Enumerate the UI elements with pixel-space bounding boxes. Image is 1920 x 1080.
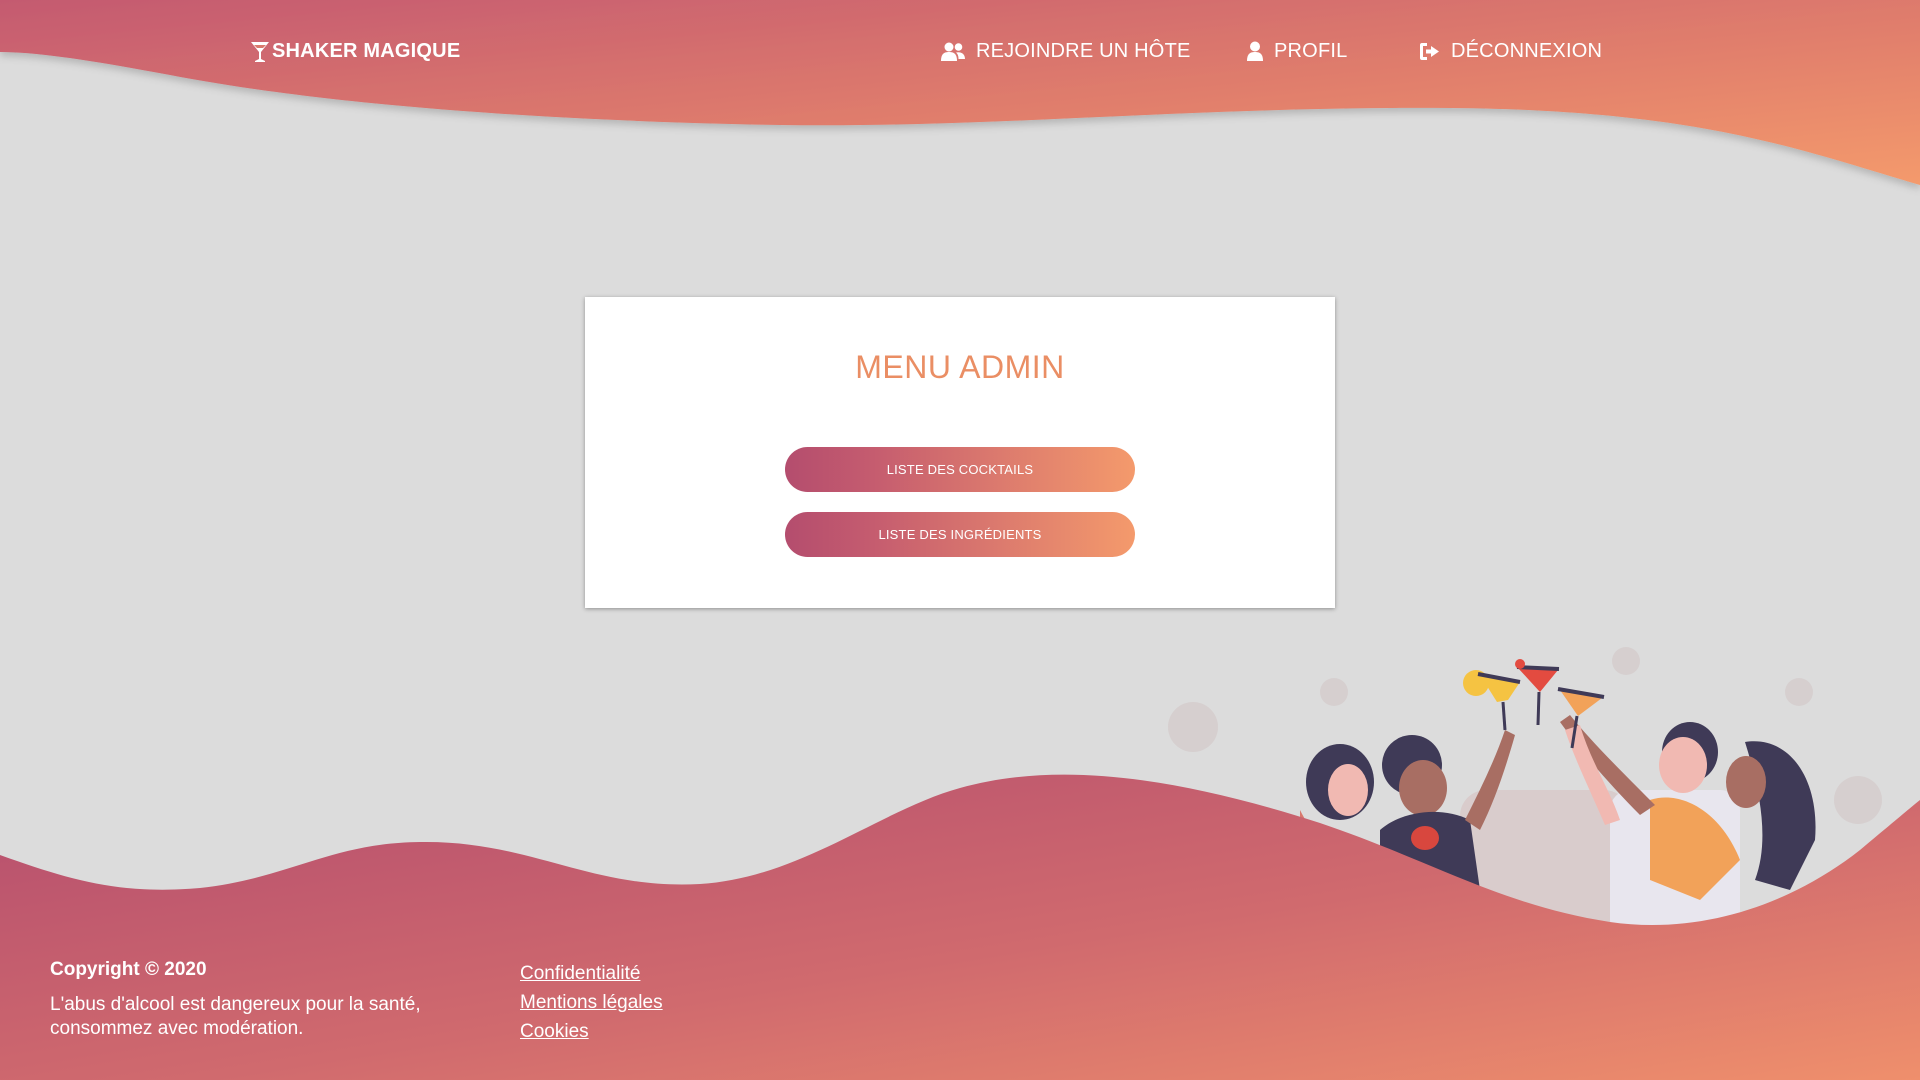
nav-logout-label: DÉCONNEXION [1451, 40, 1603, 62]
nav-logout[interactable]: DÉCONNEXION [1419, 40, 1602, 63]
users-icon [940, 42, 966, 62]
nav-join-host[interactable]: REJOINDRE UN HÔTE [940, 40, 1191, 63]
legal-notice-link[interactable]: Mentions légales [520, 988, 663, 1017]
admin-menu-card: MENU ADMIN LISTE DES COCKTAILS LISTE DES… [585, 297, 1335, 608]
nav-profile[interactable]: PROFIL [1246, 40, 1347, 63]
nav-join-host-label: REJOINDRE UN HÔTE [976, 40, 1191, 62]
cocktail-list-button[interactable]: LISTE DES COCKTAILS [785, 447, 1135, 492]
card-title: MENU ADMIN [855, 349, 1065, 385]
privacy-link[interactable]: Confidentialité [520, 959, 663, 988]
copyright-text: Copyright © 2020 [50, 959, 207, 980]
brand-link[interactable]: SHAKER MAGIQUE [250, 40, 460, 63]
nav-profile-label: PROFIL [1274, 40, 1348, 62]
footer-info: Copyright © 2020 L'abus d'alcool est dan… [50, 959, 470, 1041]
cookies-link[interactable]: Cookies [520, 1017, 663, 1046]
footer-links: Confidentialité Mentions légales Cookies [520, 959, 663, 1046]
brand-name: SHAKER MAGIQUE [272, 40, 461, 62]
sign-out-icon [1419, 42, 1441, 61]
top-navigation: SHAKER MAGIQUE REJOINDRE UN HÔTE PROFIL [0, 0, 1920, 108]
cocktail-glass-icon [250, 41, 270, 63]
user-icon [1246, 41, 1264, 62]
alcohol-warning: L'abus d'alcool est dangereux pour la sa… [50, 994, 421, 1039]
ingredient-list-button[interactable]: LISTE DES INGRÉDIENTS [785, 512, 1135, 557]
